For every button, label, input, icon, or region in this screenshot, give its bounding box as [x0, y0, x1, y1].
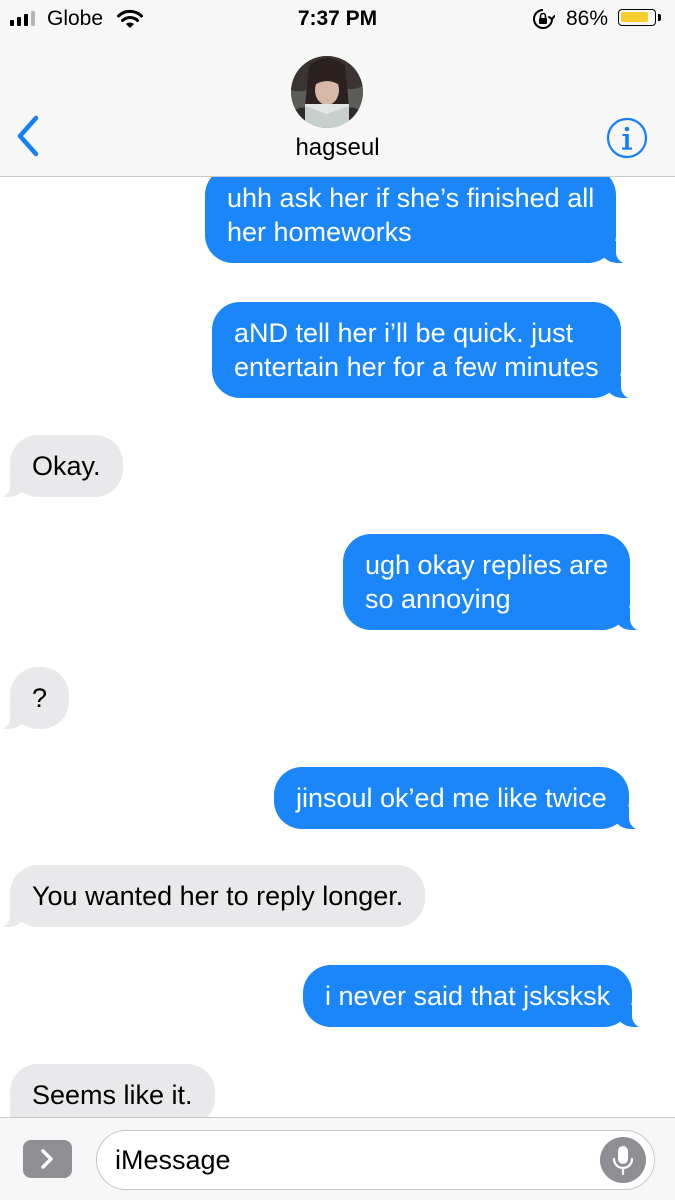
rotation-lock-icon [531, 7, 556, 37]
avatar[interactable] [291, 56, 363, 128]
info-button[interactable] [605, 116, 649, 160]
wifi-icon [115, 8, 145, 36]
message-bubble-incoming[interactable]: Okay. [0, 435, 123, 498]
app-drawer-button[interactable] [23, 1140, 72, 1178]
message-bubble-outgoing[interactable]: uhh ask her if she’s finished all her ho… [205, 177, 631, 264]
contact-name: hagseul [295, 134, 380, 161]
battery-tip [658, 14, 661, 21]
message-bubble-incoming[interactable]: You wanted her to reply longer. [0, 865, 426, 928]
microphone-button[interactable] [600, 1137, 646, 1183]
info-icon [606, 117, 648, 159]
message-input[interactable] [115, 1143, 585, 1177]
message-bubble-outgoing[interactable]: jinsoul ok’ed me like twice [274, 767, 643, 830]
compose-bar [0, 1117, 675, 1200]
battery-icon [618, 9, 656, 26]
carrier-name: Globe [47, 7, 104, 30]
app-drawer-chevron-icon [41, 1149, 53, 1169]
signal-icon [10, 11, 35, 26]
microphone-icon [612, 1146, 634, 1176]
message-field[interactable] [96, 1130, 655, 1190]
conversation-header: hagseul [0, 38, 675, 177]
message-bubble-incoming[interactable]: Seems like it. [0, 1064, 215, 1117]
message-bubble-outgoing[interactable]: i never said that jsksksk [303, 965, 647, 1028]
message-bubble-outgoing[interactable]: aND tell her i’ll be quick. just enterta… [212, 302, 635, 399]
message-bubble-incoming[interactable]: ? [0, 667, 70, 730]
back-button[interactable] [10, 112, 50, 162]
battery-percent: 86% [566, 7, 609, 30]
back-chevron-icon [17, 115, 39, 157]
status-bar: Globe 7:37 PM 86% [0, 0, 675, 38]
message-thread: uhh ask her if she’s finished all her ho… [0, 177, 675, 1117]
message-bubble-outgoing[interactable]: ugh okay replies are so annoying [343, 534, 645, 631]
